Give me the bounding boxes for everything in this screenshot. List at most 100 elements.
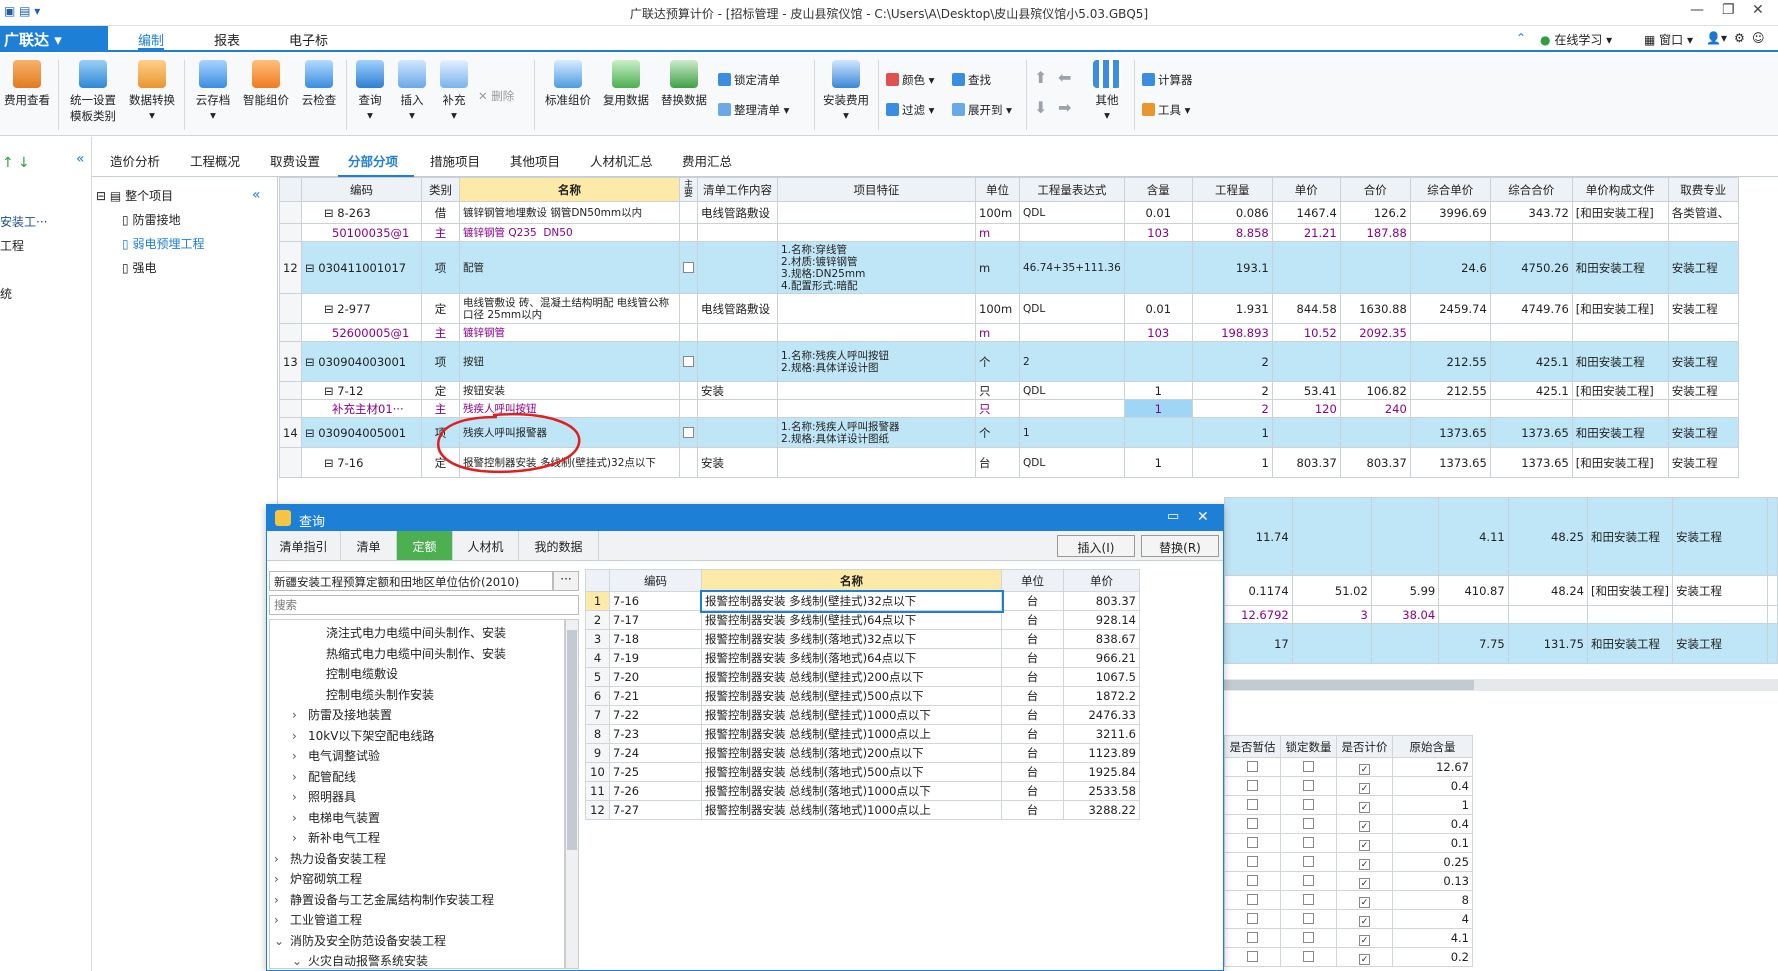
original-content-cell[interactable]: 4 — [1392, 909, 1473, 929]
collapse-box-icon[interactable]: ⊟ — [324, 384, 337, 398]
cell-prof[interactable]: 安装工程 — [1667, 293, 1739, 324]
cell-unit[interactable]: 100m — [975, 201, 1020, 224]
quota-unit[interactable]: 台 — [1001, 762, 1064, 782]
cell-qty_ratio[interactable]: 103 — [1123, 223, 1193, 242]
cell-prof[interactable]: 安装工程 — [1667, 341, 1739, 382]
supplement-button[interactable]: 补充 ▾ — [434, 60, 474, 122]
cell-qty[interactable]: 198.893 — [1191, 323, 1273, 342]
maximize-icon[interactable]: ▭ — [1167, 509, 1179, 524]
data-convert-button[interactable]: 数据转换 ▾ — [124, 60, 180, 122]
cell-prof[interactable]: 安装工程 — [1671, 575, 1769, 606]
checkbox[interactable] — [683, 261, 694, 273]
cell-total[interactable] — [1370, 497, 1440, 576]
checkbox-cell[interactable] — [1224, 871, 1281, 891]
quota-code[interactable]: 7-18 — [609, 629, 702, 649]
quota-price[interactable]: 966.21 — [1063, 648, 1140, 668]
row-number[interactable]: 3 — [585, 629, 610, 649]
online-learning-button[interactable]: ● 在线学习 ▾ — [1540, 31, 1612, 48]
grid-header[interactable]: 名称 — [459, 177, 680, 202]
checked-checkbox[interactable]: ✓ — [1359, 877, 1370, 889]
quota-name[interactable]: 报警控制器安装 多线制(壁挂式)64点以下 — [701, 610, 1002, 630]
checked-checkbox[interactable]: ✓ — [1359, 839, 1370, 851]
tree-root[interactable]: ⊟ ▤ 整个项目 — [96, 187, 173, 204]
tree-node[interactable]: ▯ 防雷接地 — [122, 211, 180, 228]
app-logo[interactable]: 广联达 ▾ — [0, 26, 108, 50]
cell-cprice[interactable]: 2459.74 — [1409, 293, 1491, 324]
fee-view-button[interactable]: 费用查看 — [2, 60, 52, 108]
cell-idx[interactable] — [279, 293, 302, 324]
detail-row[interactable]: ✓ 4.1 — [1224, 928, 1473, 948]
quota-row[interactable]: 1 7-16 报警控制器安装 多线制(壁挂式)32点以下台 803.37 — [585, 589, 1140, 613]
row-number[interactable]: 5 — [585, 667, 610, 687]
cell-expr[interactable] — [1019, 223, 1125, 242]
quota-tree-item[interactable]: › 热力设备安装工程 — [274, 850, 386, 867]
row-number[interactable]: 4 — [585, 648, 610, 668]
quota-tree-item[interactable]: › 防雷及接地装置 — [292, 706, 392, 723]
quota-name[interactable]: 报警控制器安装 总线制(落地式)200点以下 — [701, 743, 1002, 763]
collapsed-arrow-icon[interactable]: › — [292, 831, 308, 845]
quota-row[interactable]: 12 7-27 报警控制器安装 总线制(落地式)1000点以上台 3288.22 — [585, 800, 1140, 820]
cell-unit[interactable]: 台 — [975, 447, 1020, 478]
checkbox-cell[interactable] — [1224, 890, 1281, 910]
collapse-tree-icon[interactable]: « — [252, 187, 261, 203]
cell-cprice[interactable]: 410.87 — [1438, 575, 1509, 606]
cell-ctotal[interactable]: 4749.76 — [1489, 293, 1573, 324]
quota-name[interactable]: 报警控制器安装 多线制(落地式)32点以下 — [701, 629, 1002, 649]
cell-type[interactable]: 定 — [421, 293, 460, 324]
main-material-checkbox-cell[interactable] — [679, 293, 698, 324]
cell-feat[interactable] — [777, 201, 976, 224]
cell-unit[interactable]: m — [975, 223, 1020, 242]
cell-file[interactable]: [和田安装工程] — [1571, 293, 1669, 324]
find-button[interactable]: 查找 — [952, 72, 991, 88]
cell-prof[interactable]: 安装工程 — [1671, 623, 1769, 664]
quota-price[interactable]: 1872.2 — [1063, 686, 1140, 706]
search-input[interactable] — [269, 595, 579, 615]
quota-price[interactable]: 1925.84 — [1063, 762, 1140, 782]
cell-name[interactable]: 镀锌钢管地埋敷设 钢管DN50mm以内 — [459, 201, 680, 224]
cell-file[interactable] — [1571, 399, 1669, 418]
table-row[interactable]: 50100035@1 主镀锌钢管 Q235 DN50 m 103 8.858 21.21 1… — [279, 223, 1739, 242]
quota-unit[interactable]: 台 — [1001, 686, 1064, 706]
quota-tree-item[interactable]: 控制电缆头制作安装 — [310, 686, 434, 703]
cell-expr[interactable]: QDL — [1019, 381, 1125, 400]
quota-unit[interactable]: 台 — [1001, 667, 1064, 687]
checkbox[interactable] — [1303, 856, 1314, 867]
cell-qty[interactable]: 193.1 — [1191, 241, 1273, 294]
cell-total[interactable]: 2092.35 — [1339, 323, 1411, 342]
cell-work[interactable] — [697, 323, 778, 342]
cell-unit[interactable]: m — [975, 241, 1020, 294]
quota-code[interactable]: 7-19 — [609, 648, 702, 668]
cell-idx[interactable] — [279, 399, 302, 418]
cell-prof[interactable]: 安装工程 — [1667, 447, 1739, 478]
quota-name[interactable]: 报警控制器安装 总线制(落地式)1000点以上 — [701, 800, 1002, 820]
quota-code[interactable]: 7-23 — [609, 724, 702, 744]
cell-work[interactable] — [697, 241, 778, 294]
cell-expr[interactable]: QDL — [1019, 447, 1125, 478]
original-content-cell[interactable]: 0.1 — [1392, 833, 1473, 853]
cell-cprice[interactable]: 3996.69 — [1409, 201, 1491, 224]
checkbox[interactable] — [1303, 951, 1314, 962]
cell-total[interactable]: 240 — [1339, 399, 1411, 418]
cell-unit[interactable]: 个 — [975, 417, 1020, 448]
cell-qty_ratio[interactable] — [1123, 341, 1193, 382]
cell-qty_ratio[interactable]: 103 — [1123, 323, 1193, 342]
quota-row[interactable]: 9 7-24 报警控制器安装 总线制(落地式)200点以下台 1123.89 — [585, 743, 1140, 763]
cell-type[interactable]: 项 — [421, 341, 460, 382]
checkbox-cell[interactable] — [1280, 890, 1337, 910]
cell-unit[interactable]: 只 — [975, 381, 1020, 400]
detail-row[interactable]: ✓ 0.1 — [1224, 833, 1473, 853]
quota-price[interactable]: 3211.6 — [1063, 724, 1140, 744]
tab-overview[interactable]: 工程概况 — [190, 151, 240, 170]
detail-row[interactable]: ✓ 4 — [1224, 909, 1473, 929]
cell-work[interactable] — [697, 341, 778, 382]
scrollbar-thumb[interactable] — [567, 630, 577, 850]
cell-qty[interactable]: 0.086 — [1191, 201, 1273, 224]
organize-list-button[interactable]: 整理清单 ▾ — [718, 102, 789, 118]
cell-price[interactable] — [1271, 241, 1341, 294]
cell-idx[interactable] — [279, 381, 302, 400]
checkbox-cell[interactable] — [1224, 947, 1281, 967]
cell-cprice[interactable]: 1373.65 — [1409, 447, 1491, 478]
grid-header[interactable]: 工程量 — [1191, 177, 1273, 202]
cell-price[interactable]: 844.58 — [1271, 293, 1341, 324]
row-number[interactable]: 11 — [585, 781, 610, 801]
